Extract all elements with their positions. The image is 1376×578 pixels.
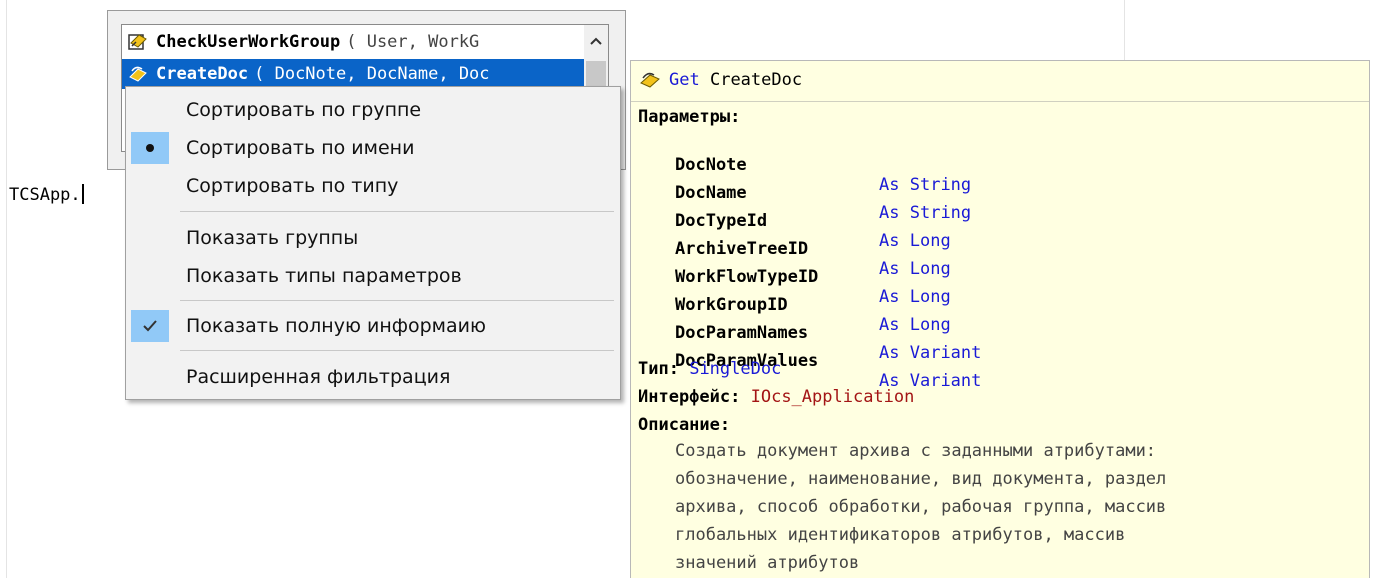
menu-separator [180,211,614,212]
menu-item-show-groups[interactable]: Показать группы [126,221,620,255]
menu-separator [180,300,614,301]
menu-item-label: Сортировать по типу [186,175,399,197]
type-value: SingleDoc [689,359,782,379]
menu-item-label: Расширенная фильтрация [186,366,451,388]
completion-item-selected[interactable]: CreateDoc ( DocNote, DocName, Doc [122,59,584,89]
tooltip-member-name: CreateDoc [709,70,803,90]
property-get-icon [640,72,660,88]
check-mark [131,310,169,342]
description-line: значений атрибутов [675,553,860,573]
completion-item-params: ( User, WorkG [346,32,480,52]
method-icon [128,34,147,50]
type-label: Тип: [638,359,679,379]
description-line: Создать документ архива с заданными атри… [675,441,1157,461]
tooltip-accessor: Get [669,70,700,90]
menu-item-sort-by-name[interactable]: Сортировать по имени [126,131,620,165]
menu-item-advanced-filter[interactable]: Расширенная фильтрация [126,360,620,394]
menu-item-show-param-types[interactable]: Показать типы параметров [126,259,620,293]
description-line: глобальных идентификаторов атрибутов, ма… [675,525,1126,545]
tooltip-divider [631,101,1369,102]
code-text: TCSApp. [9,185,81,205]
menu-item-label: Сортировать по имени [186,137,415,159]
description-label: Описание: [638,415,731,435]
editor-left-border [6,0,7,578]
param-type: Variant [909,371,982,391]
tooltip-header: Get CreateDoc [639,70,802,90]
checkmark-icon [143,320,157,332]
params-label: Параметры: [638,107,741,127]
completion-item[interactable]: CheckUserWorkGroup ( User, WorkG [122,27,584,57]
context-menu: Сортировать по группе Сортировать по име… [125,86,621,400]
scroll-up-button[interactable] [584,29,608,53]
radio-mark [131,132,169,164]
menu-separator [180,350,614,351]
code-editor-line[interactable]: TCSApp. [9,184,84,205]
text-caret [81,184,84,204]
interface-row: Интерфейс: IOcs_Application [638,387,914,407]
chevron-up-icon [590,37,602,45]
info-tooltip: Get CreateDoc Параметры: DocNote As Stri… [630,60,1370,578]
menu-item-label: Показать типы параметров [186,265,462,287]
completion-item-name: CreateDoc [156,64,249,84]
property-get-icon [129,66,147,82]
menu-item-show-full-info[interactable]: Показать полную информаию [126,309,620,343]
interface-label: Интерфейс: [638,387,741,407]
interface-value: IOcs_Application [750,387,915,407]
description-line: архива, способ обработки, рабочая группа… [675,497,1167,517]
completion-item-params: ( DocNote, DocName, Doc [254,64,490,84]
completion-item-name: CheckUserWorkGroup [156,32,341,52]
menu-item-label: Сортировать по группе [186,99,422,121]
menu-item-sort-by-type[interactable]: Сортировать по типу [126,169,620,203]
menu-item-label: Показать группы [186,227,359,249]
type-row: Тип: SingleDoc [638,359,781,379]
menu-item-label: Показать полную информаию [186,315,486,337]
bullet-icon [146,144,154,152]
editor-column-guide [1124,0,1125,60]
menu-item-sort-by-group[interactable]: Сортировать по группе [126,93,620,127]
description-line: обозначение, наименование, вид документа… [675,469,1167,489]
